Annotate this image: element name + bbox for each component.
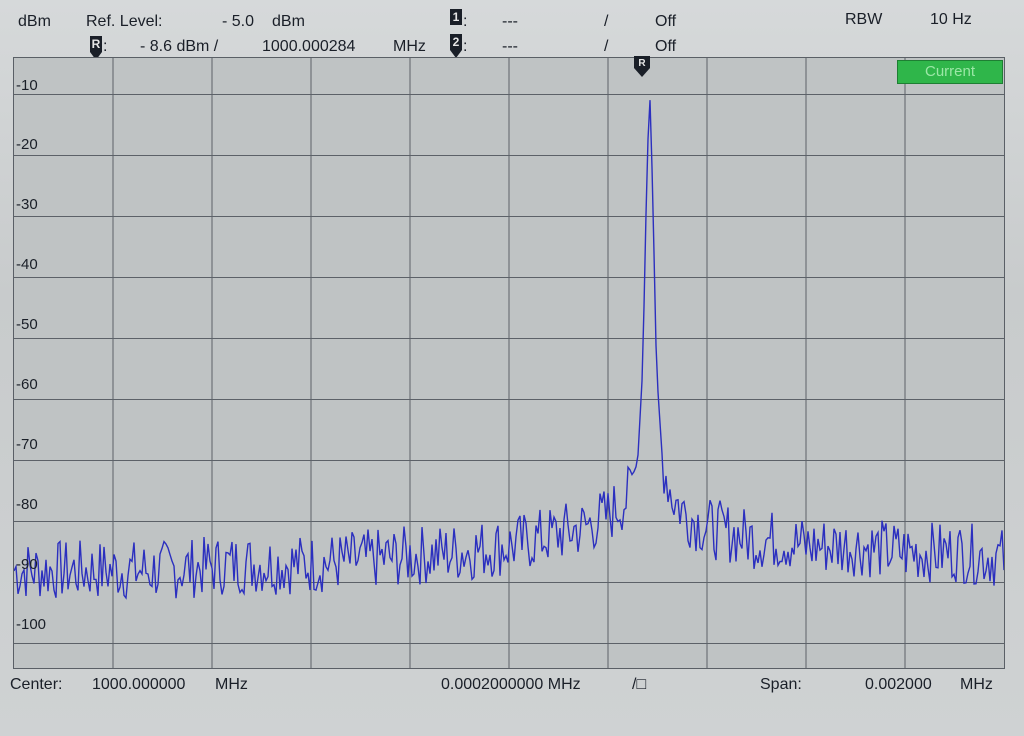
- marker1-state[interactable]: Off: [655, 13, 676, 31]
- marker1-colon: :: [463, 13, 468, 30]
- y-tick-label: -20: [16, 136, 38, 153]
- marker2-sep: /: [604, 38, 609, 55]
- y-tick-label: -10: [16, 77, 38, 94]
- current-badge[interactable]: Current: [897, 60, 1003, 84]
- y-tick-label: -40: [16, 256, 38, 273]
- y-tick-label: -90: [16, 556, 38, 573]
- marker2-colon: :: [463, 38, 468, 55]
- ref-level-unit: dBm: [272, 13, 305, 30]
- unit-label: dBm: [18, 13, 51, 30]
- span-unit: MHz: [960, 676, 993, 693]
- y-tick-label: -70: [16, 436, 38, 453]
- marker-r-value: - 8.6 dBm /: [140, 38, 219, 55]
- marker-r-colon: :: [103, 38, 108, 55]
- span-value[interactable]: 0.002000: [865, 676, 932, 694]
- marker-r-icon[interactable]: R: [90, 36, 102, 52]
- marker-r-freq[interactable]: 1000.000284: [262, 38, 355, 56]
- marker2-value: ---: [502, 38, 518, 55]
- y-tick-label: -100: [16, 616, 47, 633]
- span-label: Span:: [760, 676, 802, 693]
- y-tick-label: -80: [16, 496, 38, 513]
- plot-area[interactable]: [13, 57, 1005, 669]
- rbw-value[interactable]: 10 Hz: [930, 11, 972, 29]
- marker1-sep: /: [604, 13, 609, 30]
- center-value[interactable]: 1000.000000: [92, 676, 185, 694]
- div-value[interactable]: 0.0002000000 MHz: [441, 676, 581, 694]
- spectrum-plot: [14, 58, 1004, 668]
- marker2-state[interactable]: Off: [655, 38, 676, 56]
- y-tick-label: -60: [16, 376, 38, 393]
- rbw-label: RBW: [845, 11, 883, 28]
- center-unit: MHz: [215, 676, 248, 693]
- marker1-value: ---: [502, 13, 518, 30]
- y-tick-label: -50: [16, 316, 38, 333]
- spectrum-screen: dBm Ref. Level: - 5.0 dBm 1 : --- / Off …: [0, 0, 1024, 736]
- peak-marker-icon[interactable]: R: [632, 56, 652, 78]
- ref-level-label: Ref. Level:: [86, 13, 163, 30]
- marker-r-freq-unit: MHz: [393, 38, 426, 55]
- div-suffix: /□: [632, 676, 647, 693]
- y-tick-label: -30: [16, 196, 38, 213]
- center-label: Center:: [10, 676, 63, 693]
- grid: [14, 58, 1004, 668]
- ref-level-value[interactable]: - 5.0: [222, 13, 254, 31]
- marker1-icon[interactable]: 1: [450, 9, 462, 25]
- marker2-icon[interactable]: 2: [450, 34, 462, 50]
- peak-marker-label: R: [638, 58, 646, 69]
